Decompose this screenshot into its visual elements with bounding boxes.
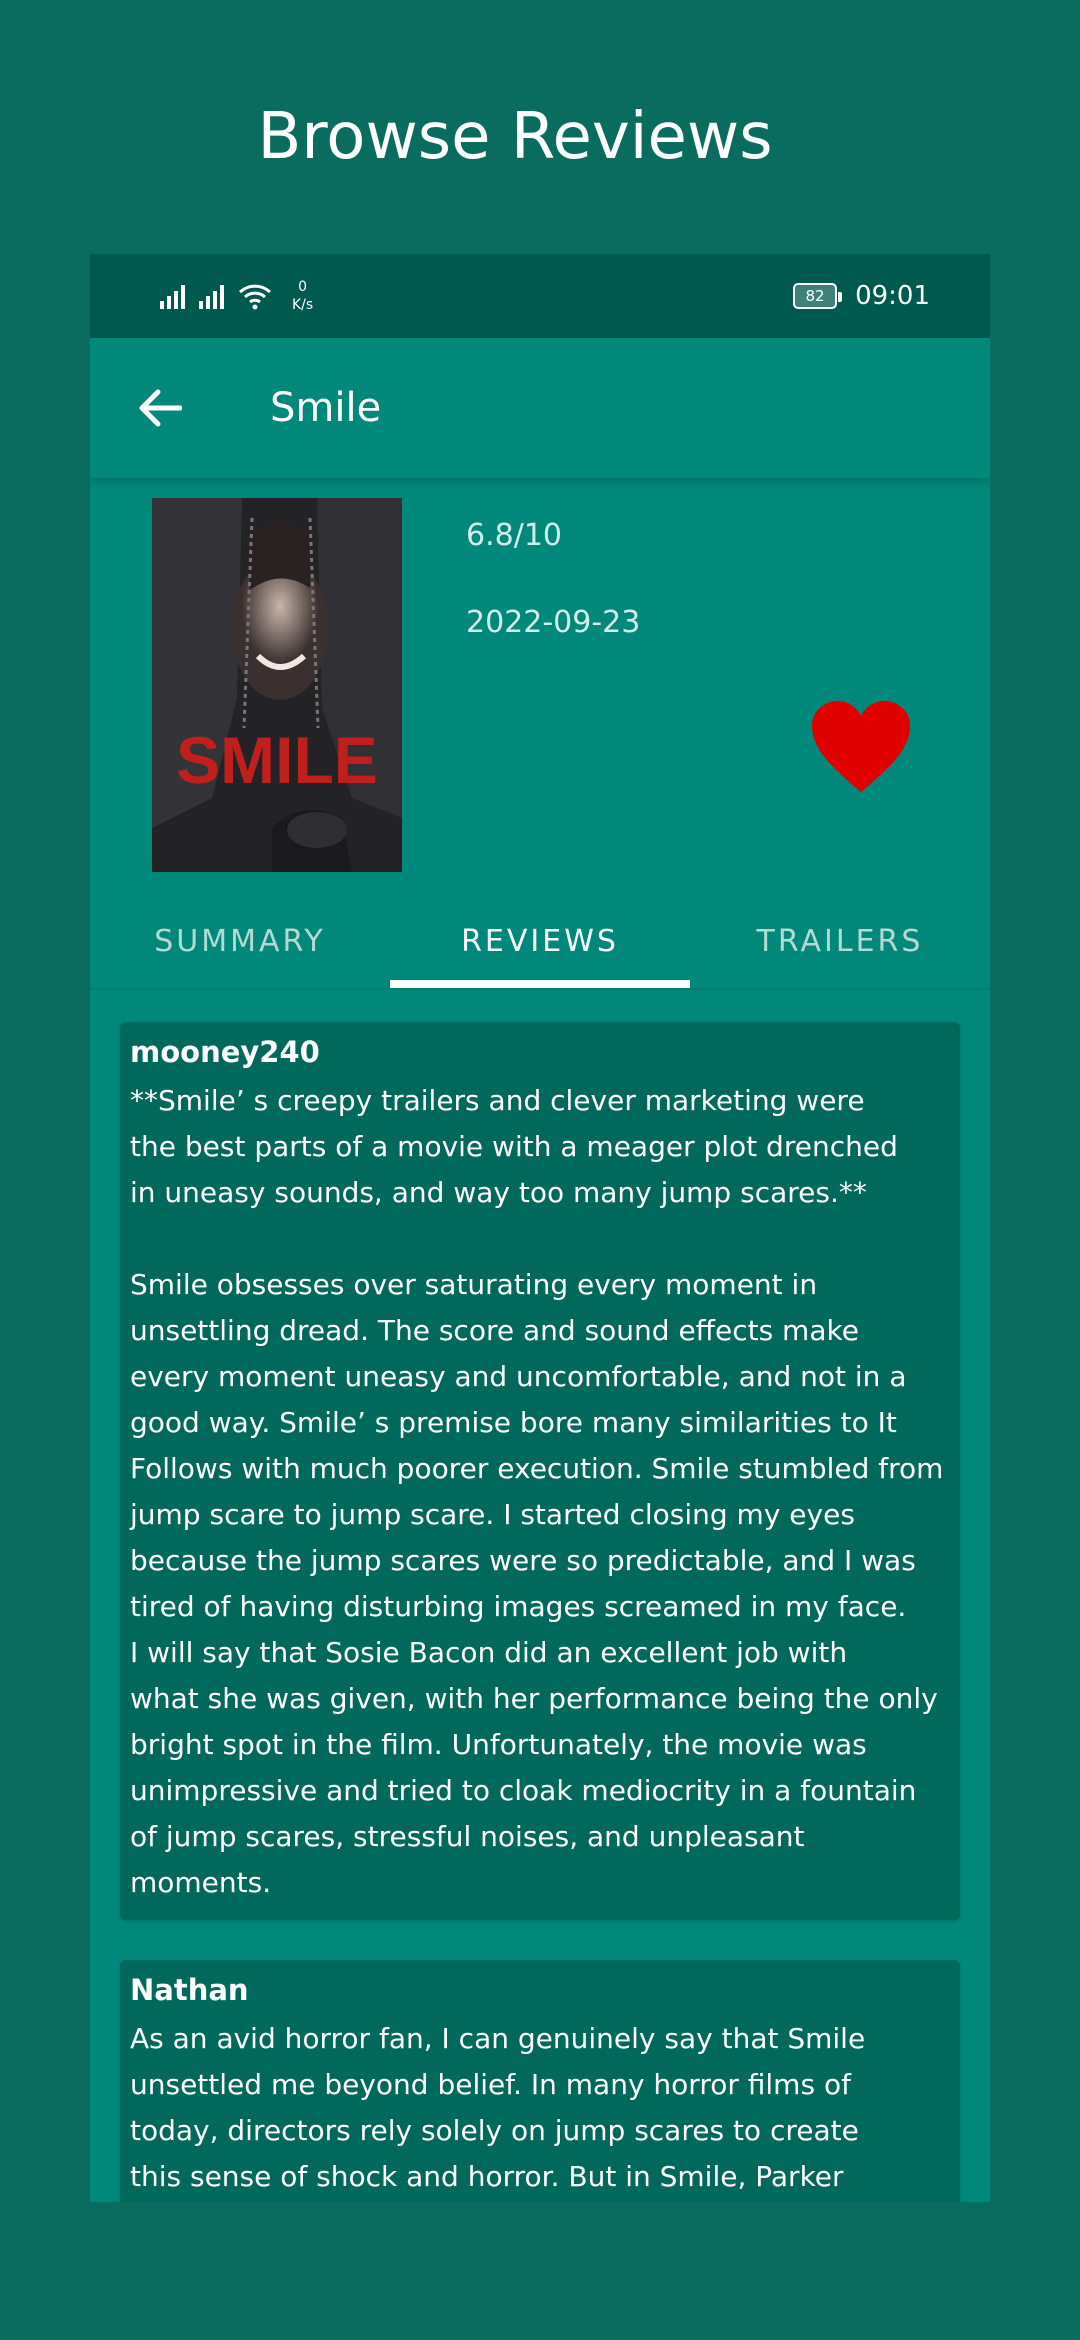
favorite-button[interactable]: [810, 700, 912, 794]
review-text: As an avid horror fan, I can genuinely s…: [130, 2022, 866, 2193]
arrow-left-icon: [139, 389, 182, 427]
network-speed: 0 K/s: [292, 279, 314, 313]
signal-icon: [199, 283, 224, 309]
app-bar: Smile: [90, 338, 990, 478]
clock: 09:01: [855, 281, 930, 311]
tab-summary[interactable]: SUMMARY: [90, 894, 390, 988]
review-author: Nathan: [130, 1973, 249, 2007]
wifi-icon: [238, 284, 272, 310]
movie-poster: SMILE: [152, 498, 402, 872]
tab-trailers[interactable]: TRAILERS: [690, 894, 990, 988]
poster-title-text: SMILE: [176, 723, 378, 797]
status-bar: 0 K/s 82 09:01: [90, 254, 990, 338]
page-title: Browse Reviews: [257, 100, 773, 174]
review-card: Nathan As an avid horror fan, I can genu…: [120, 1960, 960, 2202]
phone-screen: 0 K/s 82 09:01 Smile SMILE 6.8/10 2022-0…: [90, 254, 990, 2202]
review-list[interactable]: mooney240 **Smile’ s creepy trailers and…: [120, 1022, 960, 2202]
tab-reviews[interactable]: REVIEWS: [390, 894, 690, 988]
back-button[interactable]: [130, 378, 190, 438]
signal-icon: [160, 283, 185, 309]
review-text: **Smile’ s creepy trailers and clever ma…: [130, 1084, 944, 1899]
battery-icon: 82: [793, 283, 843, 309]
heart-icon: [812, 701, 910, 792]
movie-info: 6.8/10 2022-09-23: [466, 518, 640, 640]
movie-release-date: 2022-09-23: [466, 605, 641, 640]
tab-bar: SUMMARY REVIEWS TRAILERS: [90, 894, 990, 990]
review-author: mooney240: [130, 1035, 320, 1069]
review-card: mooney240 **Smile’ s creepy trailers and…: [120, 1022, 960, 1920]
movie-rating: 6.8/10: [466, 518, 562, 553]
app-bar-title: Smile: [270, 385, 382, 431]
